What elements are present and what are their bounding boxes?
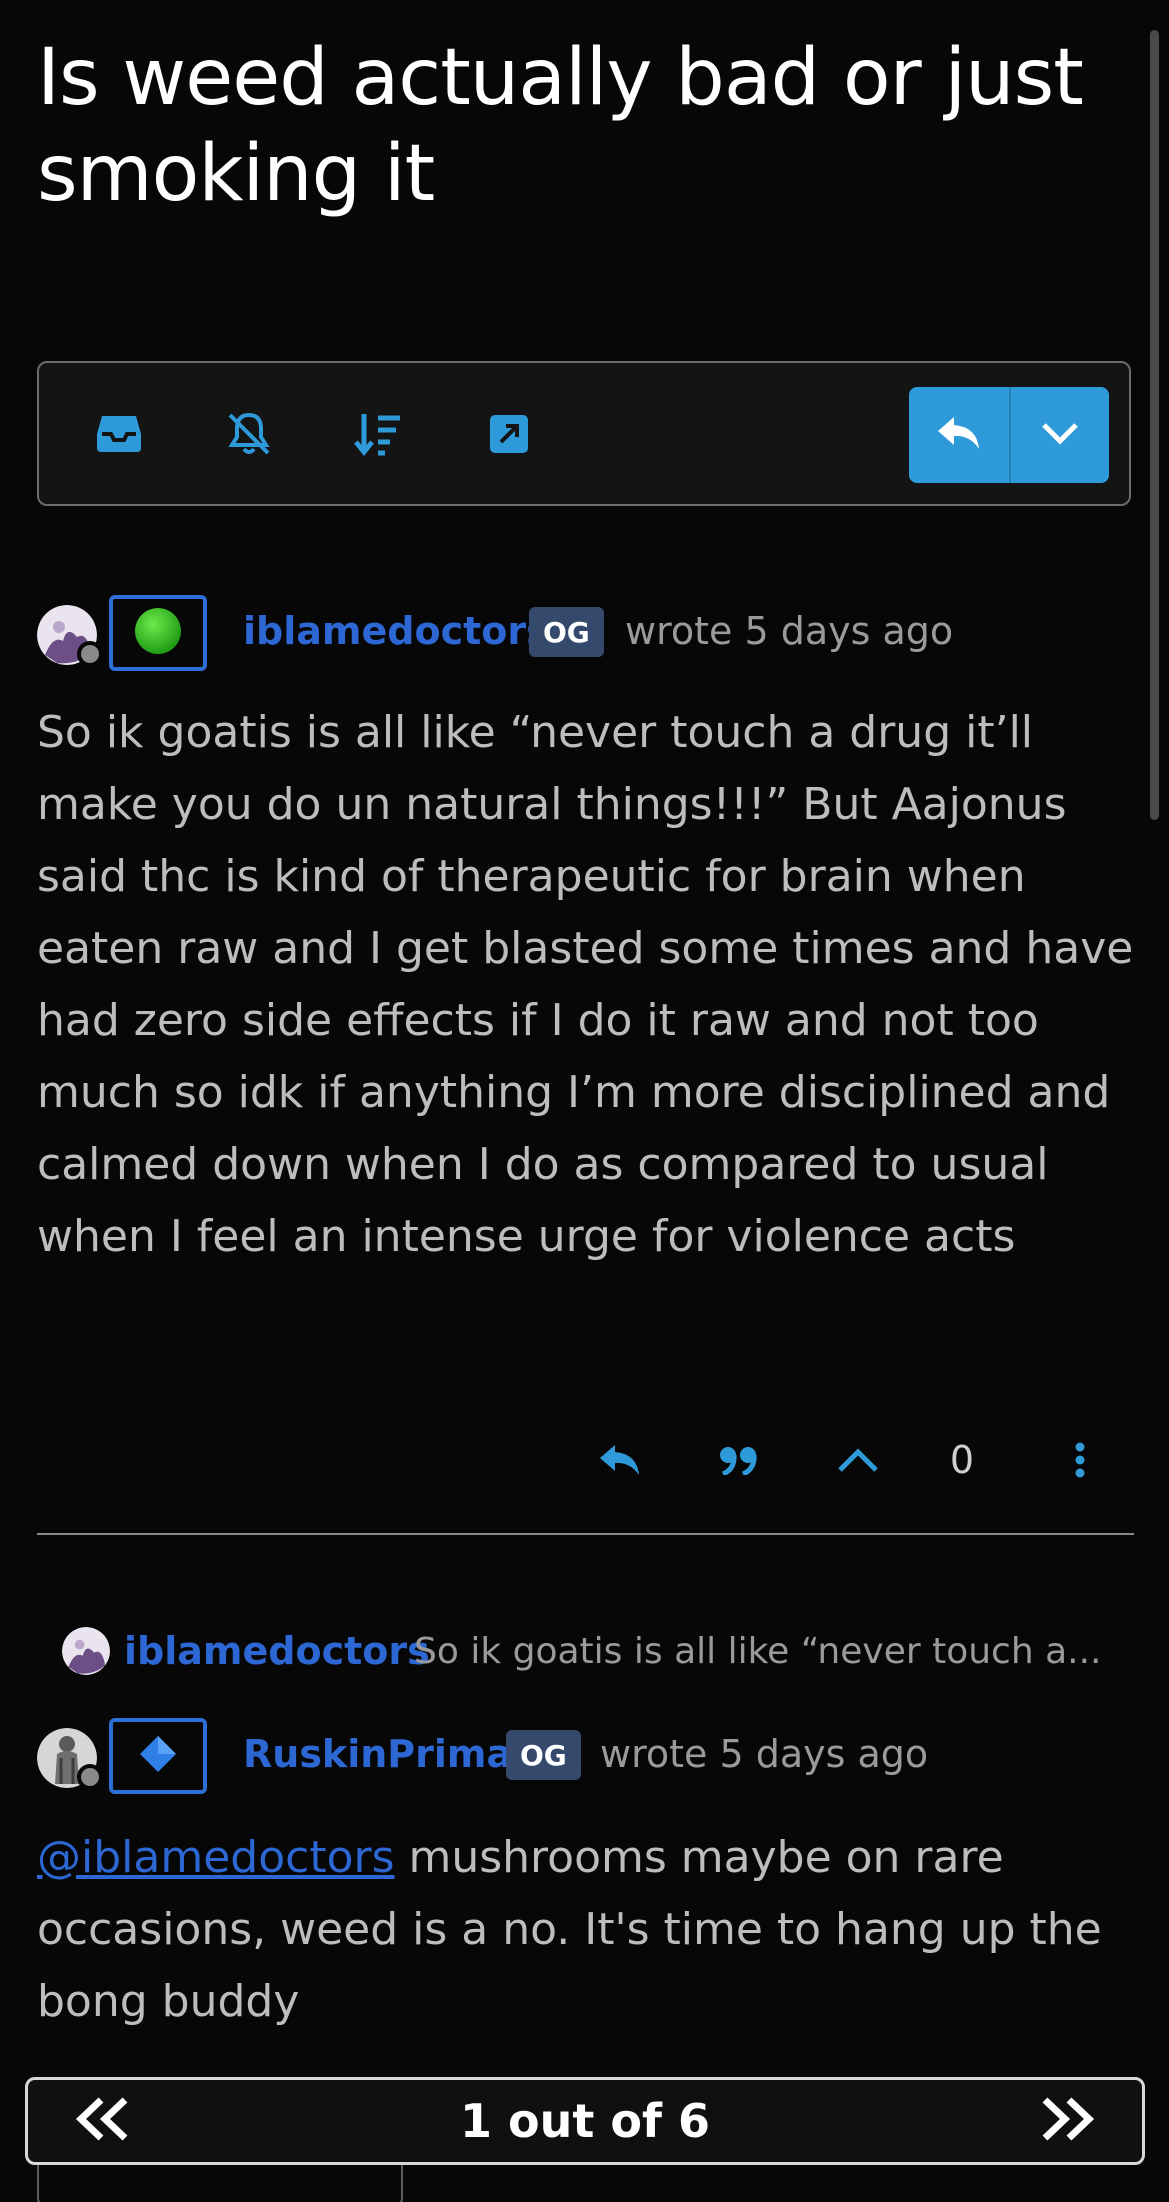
topic-title: Is weed actually bad or just smoking it	[37, 33, 1084, 219]
blue-diamond-icon	[138, 1734, 178, 1778]
quote-icon[interactable]	[714, 1425, 764, 1495]
scrollbar[interactable]	[1150, 30, 1159, 820]
upvote-icon[interactable]	[832, 1425, 884, 1495]
post-timestamp[interactable]: wrote 5 days ago	[625, 609, 953, 653]
og-badge[interactable]: OG	[529, 607, 604, 657]
reply-button-group	[909, 387, 1109, 483]
last-page-button[interactable]	[1012, 2080, 1122, 2162]
partially-hidden-element	[37, 2165, 403, 2202]
avatar[interactable]	[37, 1728, 103, 1790]
reply-icon	[936, 413, 982, 457]
status-indicator	[77, 641, 103, 667]
post-author[interactable]: iblamedoctors	[243, 609, 549, 653]
user-flair	[109, 595, 207, 671]
user-flair	[109, 1718, 207, 1794]
chevron-down-icon	[1040, 421, 1080, 449]
parent-avatar	[62, 1627, 110, 1675]
vote-count: 0	[949, 1438, 975, 1482]
avatar[interactable]	[37, 605, 103, 667]
user-mention-link[interactable]: @iblamedoctors	[37, 1832, 395, 1883]
sort-icon[interactable]	[353, 408, 405, 460]
post-body: @iblamedoctors mushrooms maybe on rare o…	[37, 1822, 1137, 2038]
og-badge[interactable]: OG	[506, 1730, 581, 1780]
reply-icon[interactable]	[594, 1425, 646, 1495]
post-actions: 0	[0, 1425, 1169, 1495]
topic-toolbar	[37, 361, 1131, 506]
bell-off-icon[interactable]	[223, 408, 275, 460]
reply-options-button[interactable]	[1011, 387, 1109, 483]
post-body: So ik goatis is all like “never touch a …	[37, 707, 1134, 1262]
topic-page: Is weed actually bad or just smoking it	[0, 0, 1169, 2202]
post-header: iblamedoctors OG wrote 5 days ago	[37, 595, 1137, 675]
parent-snippet[interactable]: So ik goatis is all like “never touch a.…	[414, 1631, 1101, 1672]
post-header: RuskinPrimal OG wrote 5 days ago	[37, 1718, 1137, 1798]
external-link-icon[interactable]	[483, 408, 535, 460]
parent-author[interactable]: iblamedoctors	[124, 1629, 430, 1673]
page-indicator[interactable]: 1 out of 6	[28, 2080, 1142, 2162]
parent-post-reference[interactable]: iblamedoctors So ik goatis is all like “…	[62, 1625, 1142, 1681]
more-options-icon[interactable]	[1060, 1425, 1100, 1495]
double-chevron-right-icon	[1037, 2096, 1097, 2146]
post-timestamp[interactable]: wrote 5 days ago	[600, 1732, 928, 1776]
post-author[interactable]: RuskinPrimal	[243, 1732, 525, 1776]
status-indicator	[77, 1764, 103, 1790]
inbox-icon[interactable]	[93, 408, 145, 460]
pagination-bar: 1 out of 6	[25, 2077, 1145, 2165]
post-divider	[37, 1533, 1134, 1535]
reply-button[interactable]	[909, 387, 1009, 483]
green-circle-icon	[134, 607, 182, 659]
